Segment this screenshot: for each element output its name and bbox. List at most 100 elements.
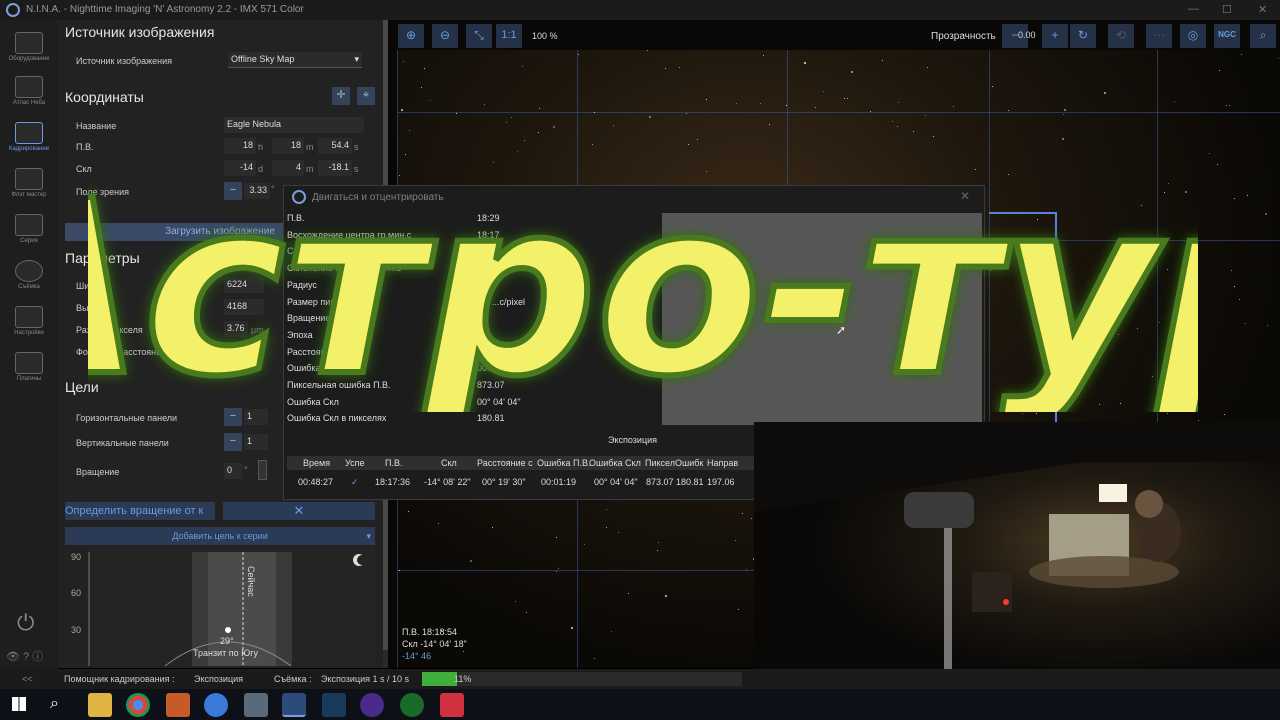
star [430, 100, 431, 101]
star [736, 103, 737, 104]
add-target-button[interactable]: Добавить цель к серии ▾ [65, 527, 375, 545]
star [1099, 404, 1100, 405]
table-header-cell[interactable]: Направ [707, 458, 738, 468]
star [1060, 402, 1061, 403]
one-to-one-button[interactable]: 1:1 [496, 24, 522, 48]
table-cell: 00° 19' 30" [482, 477, 526, 487]
fov-decrease-button[interactable]: − [224, 182, 242, 200]
table-header-cell[interactable]: Ошибка П.В. [537, 458, 591, 468]
height-input[interactable]: 4168 [224, 299, 264, 315]
star [399, 175, 400, 176]
paint-icon[interactable] [204, 693, 228, 717]
star [1037, 219, 1038, 220]
grid-icon[interactable]: ⋯ [1146, 24, 1172, 48]
source-select[interactable]: Offline Sky Map ▾ [228, 52, 362, 68]
fits-viewer-icon[interactable] [440, 693, 464, 717]
hpanels-input[interactable]: 1 [244, 409, 268, 425]
rotate-icon[interactable]: ↻ [1070, 24, 1096, 48]
ra-minutes-input[interactable]: 18 [272, 138, 304, 154]
dec-seconds-input[interactable]: -18.1 [318, 160, 352, 176]
sharpcap-icon[interactable] [400, 693, 424, 717]
file-explorer-icon[interactable] [88, 693, 112, 717]
sidebar-item-framing[interactable]: Кадрирование [0, 122, 58, 152]
dialog-row-value: 18:29 [477, 213, 500, 223]
stellarium-icon[interactable] [360, 693, 384, 717]
phd2-icon[interactable] [322, 693, 346, 717]
sidebar-item-flat-wizard[interactable]: Флэт мастер [0, 168, 58, 198]
crosshair-icon[interactable]: ✛ [332, 87, 350, 105]
zoom-out-icon[interactable]: ⊖ [432, 24, 458, 48]
star [1120, 403, 1121, 404]
star [738, 609, 739, 610]
close-icon[interactable]: ✕ [1258, 3, 1267, 16]
opacity-increase-button[interactable]: + [1042, 24, 1068, 48]
star [1226, 105, 1227, 106]
rotation-input[interactable]: 0 [224, 463, 242, 479]
width-input[interactable]: 6224 [224, 277, 264, 293]
location-icon[interactable]: ⌖ [357, 87, 375, 105]
ra-seconds-input[interactable]: 54.4 [318, 138, 352, 154]
star [769, 124, 770, 125]
star [925, 115, 926, 116]
power-icon[interactable]: ⏻ [17, 610, 34, 636]
star [405, 154, 406, 155]
app-icon[interactable] [166, 693, 190, 717]
chrome-icon[interactable] [126, 693, 150, 717]
dialog-row-value: 18:17 [477, 229, 500, 240]
sidebar-item-settings[interactable]: Настройки [0, 306, 58, 336]
sidebar-item-sky-atlas[interactable]: Атлас Неба [0, 76, 58, 106]
star [892, 121, 893, 122]
annotate-icon[interactable]: ⟲ [1108, 24, 1134, 48]
minimize-icon[interactable]: — [1188, 3, 1199, 15]
table-header-cell[interactable]: Успе [345, 458, 365, 468]
dec-minutes-input[interactable]: 4 [272, 160, 304, 176]
zoom-in-icon[interactable]: ⊕ [398, 24, 424, 48]
fov-input[interactable]: 3.33 [244, 183, 270, 199]
table-header-cell[interactable]: Время [303, 458, 330, 468]
star [1174, 101, 1175, 102]
puzzle-icon [15, 352, 43, 374]
name-input[interactable]: Eagle Nebula [224, 117, 364, 133]
determine-rotation-button[interactable]: Определить вращение от к [65, 502, 215, 520]
star [1278, 58, 1279, 59]
star [493, 162, 494, 163]
table-row[interactable]: 00:48:27 ✓ 18:17:36 -14° 08' 22" 00° 19' 30"… [287, 474, 757, 492]
table-header-cell[interactable]: Ошибка Скл [589, 458, 641, 468]
close-icon[interactable]: ✕ [960, 189, 970, 203]
focal-length-input[interactable]: 570 [224, 343, 248, 359]
close-icon[interactable]: ✕ [223, 502, 375, 520]
ra-hours-input[interactable]: 18 [224, 138, 256, 154]
rotation-slider[interactable] [258, 460, 267, 480]
search-icon[interactable]: ⌕ [1250, 24, 1276, 48]
table-header-cell[interactable]: Расстояние с [477, 458, 533, 468]
vpanels-input[interactable]: 1 [244, 434, 268, 450]
star [1164, 192, 1165, 193]
search-icon[interactable]: ⌕ [50, 695, 59, 713]
sidebar-item-plugins[interactable]: Плагины [0, 352, 58, 382]
star [408, 511, 409, 512]
camera-icon[interactable] [244, 693, 268, 717]
pixel-size-input[interactable]: 3.76 [224, 321, 248, 337]
table-header-cell[interactable]: ПикселОшибк [645, 458, 703, 468]
globe-icon[interactable]: ◎ [1180, 24, 1206, 48]
ngc-toggle[interactable]: NGC [1214, 24, 1240, 48]
coords-header: Координаты [65, 89, 144, 105]
star [975, 169, 976, 170]
table-header-cell[interactable]: Скл [441, 458, 457, 468]
dialog-row-label: Вращение [287, 313, 331, 324]
star [606, 509, 607, 510]
table-header-cell[interactable]: П.В. [385, 458, 402, 468]
dec-degrees-input[interactable]: -14 [224, 160, 256, 176]
sidebar-item-imaging[interactable]: Съёмка [0, 260, 58, 290]
help-icons[interactable]: 👁 ? ⓘ [6, 648, 43, 664]
fit-icon[interactable]: ⤡ [466, 24, 492, 48]
star [517, 151, 518, 152]
windows-start-icon[interactable] [12, 697, 26, 711]
collapse-icon[interactable]: << [22, 674, 33, 684]
nina-taskbar-icon[interactable] [282, 693, 306, 717]
sidebar-item-sequence[interactable]: Серия [0, 214, 58, 244]
sidebar-item-equipment[interactable]: Оборудование [0, 32, 58, 62]
hpanels-decrease-button[interactable]: − [224, 408, 242, 426]
vpanels-decrease-button[interactable]: − [224, 433, 242, 451]
maximize-icon[interactable]: ☐ [1222, 3, 1232, 16]
